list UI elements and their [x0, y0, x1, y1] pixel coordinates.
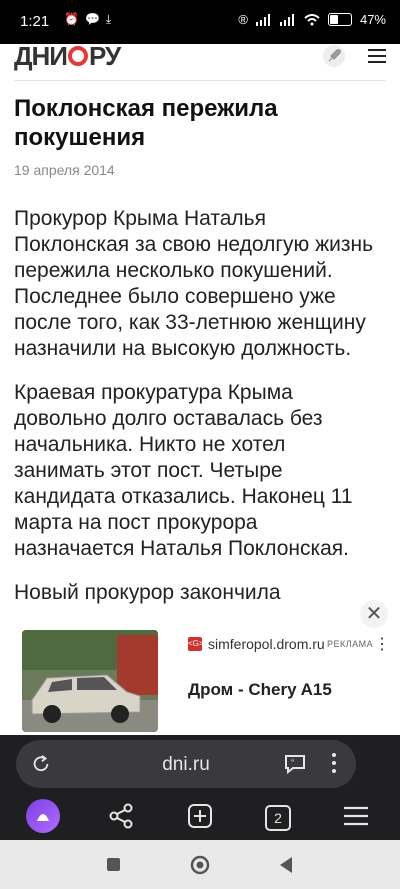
article-title: Поклонская пережила покушения [14, 95, 278, 151]
article-paragraph-3: Новый прокурор закончила [14, 581, 281, 604]
article: Поклонская пережила покушения 19 апреля … [14, 94, 376, 606]
site-header: ДНИ РУ [14, 41, 386, 81]
battery-text: 47% [359, 12, 386, 27]
tabs-count-button[interactable]: 2 [265, 805, 291, 831]
logo-target-icon [68, 46, 88, 66]
article-paragraph-1: Прокурор Крыма Наталья Поклонская за сво… [14, 207, 374, 360]
alice-assistant-icon[interactable] [26, 799, 60, 833]
registered-icon: ® [238, 12, 248, 27]
close-icon[interactable]: ✕ [360, 600, 388, 628]
chat-icon: 💬 [84, 12, 106, 26]
more-vert-icon[interactable] [332, 752, 336, 774]
status-right: ® 47% [238, 12, 386, 27]
ad-car-image[interactable] [22, 630, 158, 732]
signal-2-icon [279, 13, 294, 26]
article-paragraph-2: Краевая прокуратура Крыма довольно долго… [14, 381, 353, 560]
share-icon[interactable] [104, 799, 138, 833]
new-tab-icon[interactable] [183, 799, 217, 833]
menu-icon[interactable] [368, 49, 386, 63]
browser-bar: dni.ru ” 2 [0, 735, 400, 840]
ad-headline[interactable]: Дром - Chery A15 [188, 680, 332, 700]
rocket-icon[interactable] [322, 44, 346, 68]
wifi-icon [304, 13, 320, 25]
article-date: 19 апреля 2014 [14, 162, 115, 178]
status-bar: 1:21 ⏰💬⤓ ® 47% [0, 0, 400, 44]
home-icon[interactable] [190, 855, 210, 875]
battery-icon [327, 13, 352, 26]
hamburger-menu-icon[interactable] [339, 799, 373, 833]
android-nav-bar [0, 840, 400, 889]
ad-label: РЕКЛАМА [327, 639, 374, 649]
browser-toolbar: 2 [0, 793, 400, 841]
address-bar[interactable]: dni.ru ” [16, 740, 356, 788]
signal-icon [255, 13, 270, 26]
back-icon[interactable] [278, 856, 294, 874]
status-time: 1:21 [20, 13, 50, 30]
ad-banner[interactable]: ✕ <G> simferopol.drom.ru РЕКЛАМА ⋮ Дром … [0, 600, 400, 736]
ad-favicon-icon: <G> [188, 637, 204, 651]
ad-domain[interactable]: <G> simferopol.drom.ru [188, 636, 325, 652]
recent-apps-icon[interactable] [106, 857, 121, 872]
download-icon: ⤓ [105, 12, 118, 26]
quote-chat-icon[interactable]: ” [284, 754, 306, 774]
svg-text:”: ” [291, 758, 294, 768]
more-options-icon[interactable]: ⋮ [374, 634, 390, 654]
site-logo[interactable]: ДНИ РУ [14, 41, 121, 72]
alarm-icon: ⏰ [64, 12, 85, 26]
notification-icons: ⏰💬⤓ [64, 12, 117, 27]
